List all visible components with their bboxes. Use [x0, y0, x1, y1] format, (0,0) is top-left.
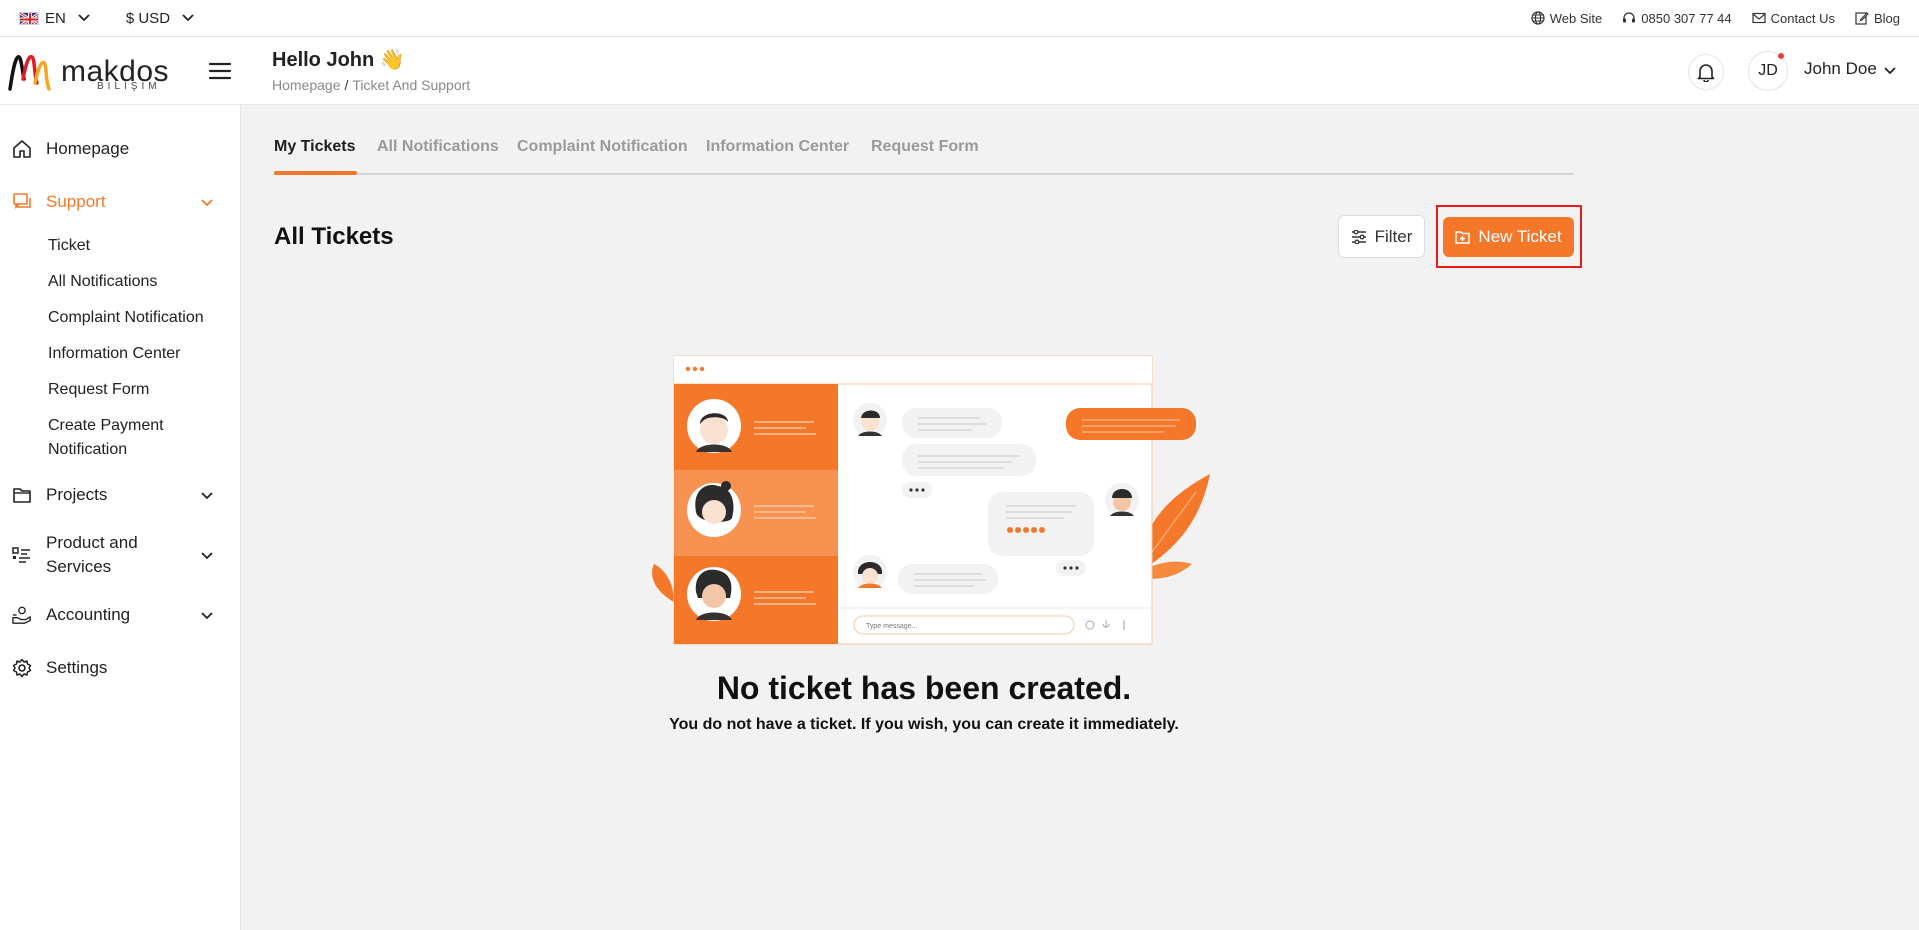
filter-button-label: Filter [1374, 226, 1413, 246]
services-list-icon [12, 545, 32, 565]
home-icon [12, 139, 32, 159]
chat-avatar-c [853, 555, 887, 589]
chevron-down-icon [76, 10, 92, 26]
sidebar-item-product-and-services[interactable]: Product and Services [0, 531, 241, 579]
sidebar-item-label: Projects [46, 485, 108, 504]
sidebar-item-label: Support [46, 192, 106, 211]
uk-flag-icon [19, 11, 39, 25]
sidebar-subitem-request-form[interactable]: Request Form [48, 378, 149, 402]
new-ticket-button[interactable]: New Ticket [1443, 217, 1574, 257]
empty-state-illustration: Type message... [636, 352, 1216, 654]
language-selector[interactable]: EN [19, 10, 92, 27]
sidebar-subitem-information-center[interactable]: Information Center [48, 342, 181, 366]
breadcrumb-separator: / [344, 77, 349, 93]
blog-link-label: Blog [1873, 10, 1900, 26]
filter-button[interactable]: Filter [1338, 215, 1425, 258]
contact-avatar-3 [687, 567, 741, 621]
website-link[interactable]: Web Site [1531, 10, 1603, 26]
tab-information-center[interactable]: Information Center [706, 138, 849, 156]
coins-hand-icon [12, 605, 32, 625]
breadcrumb-current: Ticket And Support [352, 77, 471, 93]
sidebar: Homepage Support Ticket All Notification… [0, 105, 241, 930]
notifications-button[interactable] [1688, 54, 1724, 90]
chat-support-icon [12, 192, 32, 212]
tab-request-form[interactable]: Request Form [871, 138, 979, 156]
folder-icon [12, 485, 32, 505]
contact-link-label: Contact Us [1770, 10, 1835, 26]
empty-state-title: No ticket has been created. [716, 670, 1132, 706]
headset-icon [1623, 12, 1636, 23]
tab-my-tickets[interactable]: My Tickets [274, 138, 356, 156]
folder-plus-icon [1455, 231, 1471, 244]
sidebar-item-homepage[interactable]: Homepage [0, 137, 241, 161]
chat-avatar-a [853, 403, 887, 437]
blog-link[interactable]: Blog [1855, 11, 1900, 26]
mail-icon [1752, 12, 1766, 24]
chevron-down-icon [180, 10, 196, 26]
empty-state-description: You do not have a ticket. If you wish, y… [669, 716, 1179, 733]
brand-logo[interactable]: makdos BILIŞIM [7, 49, 172, 95]
menu-toggle-button[interactable] [208, 61, 232, 81]
currency-label: $ USD [125, 9, 171, 27]
sliders-icon [1351, 229, 1366, 244]
sidebar-item-label: Homepage [46, 139, 130, 158]
sidebar-item-label: Accounting [46, 605, 131, 624]
avatar[interactable]: JD [1748, 51, 1788, 91]
illustration-input-placeholder: Type message... [866, 623, 917, 630]
sidebar-item-support[interactable]: Support [0, 190, 241, 214]
globe-icon [1531, 11, 1545, 25]
section-title: All Tickets [274, 223, 394, 250]
app-header: makdos BILIŞIM Hello John 👋 Homepage / Tic… [0, 37, 1919, 105]
chat-avatar-b [1105, 483, 1139, 517]
sidebar-subitem-create-payment-notification[interactable]: Create Payment Notification [48, 414, 223, 462]
contact-avatar-1 [687, 399, 741, 453]
top-utility-bar: EN $ USD Web Site 0850 307 77 44 Contact… [0, 0, 1919, 37]
avatar-initials: JD [1758, 62, 1778, 79]
sidebar-subitem-complaint-notification[interactable]: Complaint Notification [48, 306, 204, 330]
website-link-label: Web Site [1549, 10, 1603, 26]
hamburger-icon [208, 62, 232, 80]
tab-all-notifications[interactable]: All Notifications [377, 138, 499, 156]
chevron-down-icon [201, 192, 213, 212]
sidebar-subitem-ticket[interactable]: Ticket [48, 234, 90, 258]
active-tab-indicator [274, 171, 357, 175]
sidebar-subitem-all-notifications[interactable]: All Notifications [48, 270, 157, 294]
chevron-down-icon [201, 545, 213, 565]
makdos-logo-mark-icon [8, 54, 51, 91]
new-ticket-button-label: New Ticket [1478, 227, 1562, 246]
phone-link[interactable]: 0850 307 77 44 [1622, 10, 1732, 26]
page-greeting: Hello John 👋 [272, 49, 405, 71]
ticket-tabs: My Tickets All Notifications Complaint N… [274, 134, 1574, 175]
chevron-down-icon [201, 605, 213, 625]
contact-link[interactable]: Contact Us [1752, 11, 1835, 26]
edit-icon [1855, 12, 1869, 25]
user-name[interactable]: John Doe [1804, 59, 1877, 79]
sidebar-item-projects[interactable]: Projects [0, 483, 241, 507]
phone-link-label: 0850 307 77 44 [1641, 10, 1732, 26]
breadcrumb-homepage[interactable]: Homepage [272, 77, 341, 93]
language-label: EN [45, 9, 66, 27]
bell-icon [1697, 63, 1715, 82]
user-menu-chevron-down-icon[interactable] [1884, 62, 1896, 80]
currency-selector[interactable]: $ USD [126, 10, 196, 27]
tab-complaint-notification[interactable]: Complaint Notification [517, 138, 688, 156]
chevron-down-icon [201, 485, 213, 505]
sidebar-item-label: Product and Services [46, 533, 138, 576]
notification-dot [1777, 52, 1785, 60]
breadcrumb: Homepage / Ticket And Support [272, 77, 470, 93]
sidebar-item-accounting[interactable]: Accounting [0, 603, 241, 627]
brand-subtitle: BILIŞIM [97, 81, 161, 92]
